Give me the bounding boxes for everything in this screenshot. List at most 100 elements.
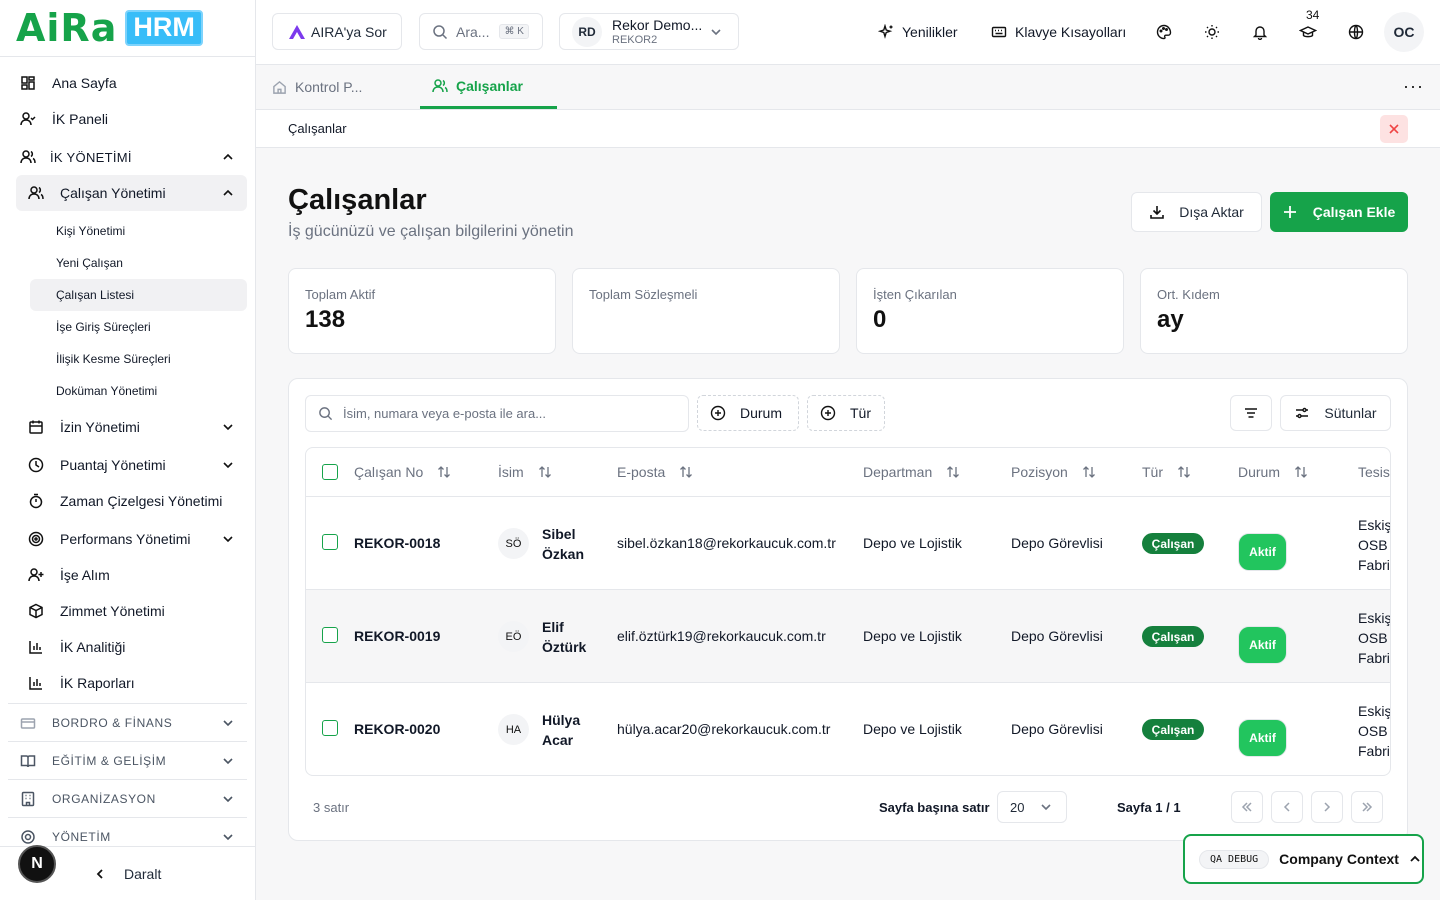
- sidebar-subitem-employee-list[interactable]: Çalışan Listesi: [30, 279, 247, 311]
- sidebar-nav: Ana Sayfa İK Paneli İK YÖNETİMİ Çalışan …: [0, 57, 255, 701]
- company-code: REKOR2: [612, 34, 658, 46]
- employee-position: Depo Görevlisi: [1011, 535, 1103, 551]
- export-button[interactable]: Dışa Aktar: [1131, 192, 1262, 232]
- prev-page-button[interactable]: [1271, 791, 1303, 823]
- sidebar-item-performance[interactable]: Performans Yönetimi: [16, 521, 247, 557]
- sort-arrows-icon: [1177, 465, 1191, 479]
- sidebar-subitem-label: İşe Giriş Süreçleri: [56, 320, 151, 334]
- sidebar-subitem-documents[interactable]: Doküman Yönetimi: [8, 375, 247, 407]
- type-badge: Çalışan: [1142, 626, 1204, 647]
- sidebar-item-employee-management[interactable]: Çalışan Yönetimi: [16, 175, 247, 211]
- table-row[interactable]: REKOR-0020 HA Hülya Acar hülya.acar20@re…: [306, 683, 1390, 775]
- sort-arrows-icon: [679, 465, 693, 479]
- sidebar-section-payroll[interactable]: BORDRO & FİNANS: [8, 703, 247, 741]
- column-header-facility[interactable]: Tesis: [1358, 464, 1390, 480]
- sort-options-button[interactable]: [1230, 395, 1272, 431]
- user-check-icon: [20, 111, 36, 127]
- target-icon: [28, 531, 44, 547]
- sidebar-item-reports[interactable]: İK Raporları: [16, 665, 247, 701]
- employee-search-input[interactable]: İsim, numara veya e-posta ile ara...: [305, 395, 689, 432]
- user-avatar[interactable]: OC: [1384, 12, 1424, 52]
- dev-tools-badge[interactable]: N: [18, 845, 56, 883]
- whats-new-link[interactable]: Yenilikler: [878, 0, 958, 64]
- type-badge: Çalışan: [1142, 719, 1204, 740]
- sidebar-group-hr-management[interactable]: İK YÖNETİMİ: [8, 139, 247, 175]
- column-header-status[interactable]: Durum: [1238, 464, 1308, 480]
- column-header-position[interactable]: Pozisyon: [1011, 464, 1096, 480]
- theme-palette-button[interactable]: [1148, 16, 1180, 48]
- stat-value: ay: [1157, 306, 1184, 333]
- column-header-name[interactable]: İsim: [498, 464, 552, 480]
- sidebar-item-recruitment[interactable]: İşe Alım: [16, 557, 247, 593]
- select-all-checkbox[interactable]: [322, 464, 338, 480]
- column-header-type[interactable]: Tür: [1142, 464, 1191, 480]
- sidebar-section-organization[interactable]: ORGANİZASYON: [8, 779, 247, 817]
- sort-arrows-icon: [946, 465, 960, 479]
- keyboard-shortcuts-link[interactable]: Klavye Kısayolları: [991, 0, 1126, 64]
- sidebar-subitem-new-employee[interactable]: Yeni Çalışan: [8, 247, 247, 279]
- last-page-button[interactable]: [1351, 791, 1383, 823]
- chevron-up-icon: [221, 150, 235, 164]
- global-search-button[interactable]: Ara... ⌘ K: [419, 13, 543, 50]
- section-label: YÖNETİM: [52, 829, 111, 844]
- dashboard-icon: [20, 75, 36, 91]
- sidebar-item-timesheet[interactable]: Puantaj Yönetimi: [16, 447, 247, 483]
- sidebar-subitem-onboarding[interactable]: İşe Giriş Süreçleri: [8, 311, 247, 343]
- column-header-department[interactable]: Departman: [863, 464, 960, 480]
- sidebar-item-analytics[interactable]: İK Analitiği: [16, 629, 247, 665]
- ask-aira-button[interactable]: AIRA'ya Sor: [272, 13, 402, 50]
- section-label: ORGANİZASYON: [52, 791, 156, 806]
- rows-per-page-select[interactable]: 20: [997, 791, 1067, 823]
- row-checkbox[interactable]: [322, 720, 338, 736]
- chevron-down-icon: [1040, 801, 1052, 813]
- language-button[interactable]: [1340, 16, 1372, 48]
- add-employee-button[interactable]: Çalışan Ekle: [1270, 192, 1408, 232]
- wallet-icon: [20, 715, 36, 731]
- logo[interactable]: AiRa HRM: [0, 0, 255, 57]
- qa-debug-panel[interactable]: QA DEBUG Company Context: [1183, 834, 1424, 884]
- tab-dashboard[interactable]: Kontrol P...: [272, 65, 362, 109]
- column-label: İsim: [498, 464, 524, 480]
- status-filter-chip[interactable]: Durum: [697, 395, 799, 431]
- sidebar-item-home[interactable]: Ana Sayfa: [8, 65, 247, 101]
- clock-icon: [28, 457, 44, 473]
- more-icon[interactable]: ···: [1403, 77, 1424, 95]
- tab-label: Çalışanlar: [456, 77, 523, 94]
- rows-per-page-label: Sayfa başına satır: [879, 800, 990, 815]
- column-header-employee-no[interactable]: Çalışan No: [354, 464, 451, 480]
- company-switcher[interactable]: RD Rekor Demo... REKOR2: [559, 13, 739, 50]
- tab-employees[interactable]: Çalışanlar: [420, 65, 557, 109]
- columns-button[interactable]: Sütunlar: [1280, 395, 1391, 431]
- collapse-sidebar-button[interactable]: Daralt: [94, 866, 161, 882]
- training-count: 34: [1306, 8, 1320, 22]
- align-center-icon: [1243, 405, 1259, 421]
- sidebar-subitem-person-management[interactable]: Kişi Yönetimi: [8, 215, 247, 247]
- sidebar-subitem-offboarding[interactable]: İlişik Kesme Süreçleri: [8, 343, 247, 375]
- type-filter-chip[interactable]: Tür: [807, 395, 885, 431]
- sidebar-item-hr-panel[interactable]: İK Paneli: [8, 101, 247, 137]
- employee-avatar: HA: [498, 714, 529, 745]
- first-page-button[interactable]: [1231, 791, 1263, 823]
- sidebar-item-assets[interactable]: Zimmet Yönetimi: [16, 593, 247, 629]
- plus-circle-icon: [820, 405, 836, 421]
- sidebar-item-leave[interactable]: İzin Yönetimi: [16, 409, 247, 445]
- sidebar-item-schedule[interactable]: Zaman Çizelgesi Yönetimi: [16, 483, 247, 519]
- next-page-button[interactable]: [1311, 791, 1343, 823]
- status-badge: Aktif: [1238, 626, 1287, 664]
- main-content: Çalışanlar İş gücünüzü ve çalışan bilgil…: [256, 148, 1440, 900]
- notifications-button[interactable]: [1244, 16, 1276, 48]
- column-header-email[interactable]: E-posta: [617, 464, 693, 480]
- table-row[interactable]: REKOR-0019 EÖ Elif Öztürk elif.öztürk19@…: [306, 590, 1390, 683]
- row-checkbox[interactable]: [322, 534, 338, 550]
- training-button[interactable]: 34: [1292, 8, 1324, 48]
- stat-label: İşten Çıkarılan: [873, 287, 957, 302]
- column-label: Tür: [1142, 464, 1163, 480]
- whats-new-label: Yenilikler: [902, 24, 958, 40]
- table-row[interactable]: REKOR-0018 SÖ Sibel Özkan sibel.özkan18@…: [306, 497, 1390, 590]
- employee-position: Depo Görevlisi: [1011, 721, 1103, 737]
- sidebar-section-training[interactable]: EĞİTİM & GELİŞİM: [8, 741, 247, 779]
- row-checkbox[interactable]: [322, 627, 338, 643]
- light-mode-button[interactable]: [1196, 16, 1228, 48]
- search-icon: [432, 24, 448, 40]
- close-tab-button[interactable]: [1380, 115, 1408, 143]
